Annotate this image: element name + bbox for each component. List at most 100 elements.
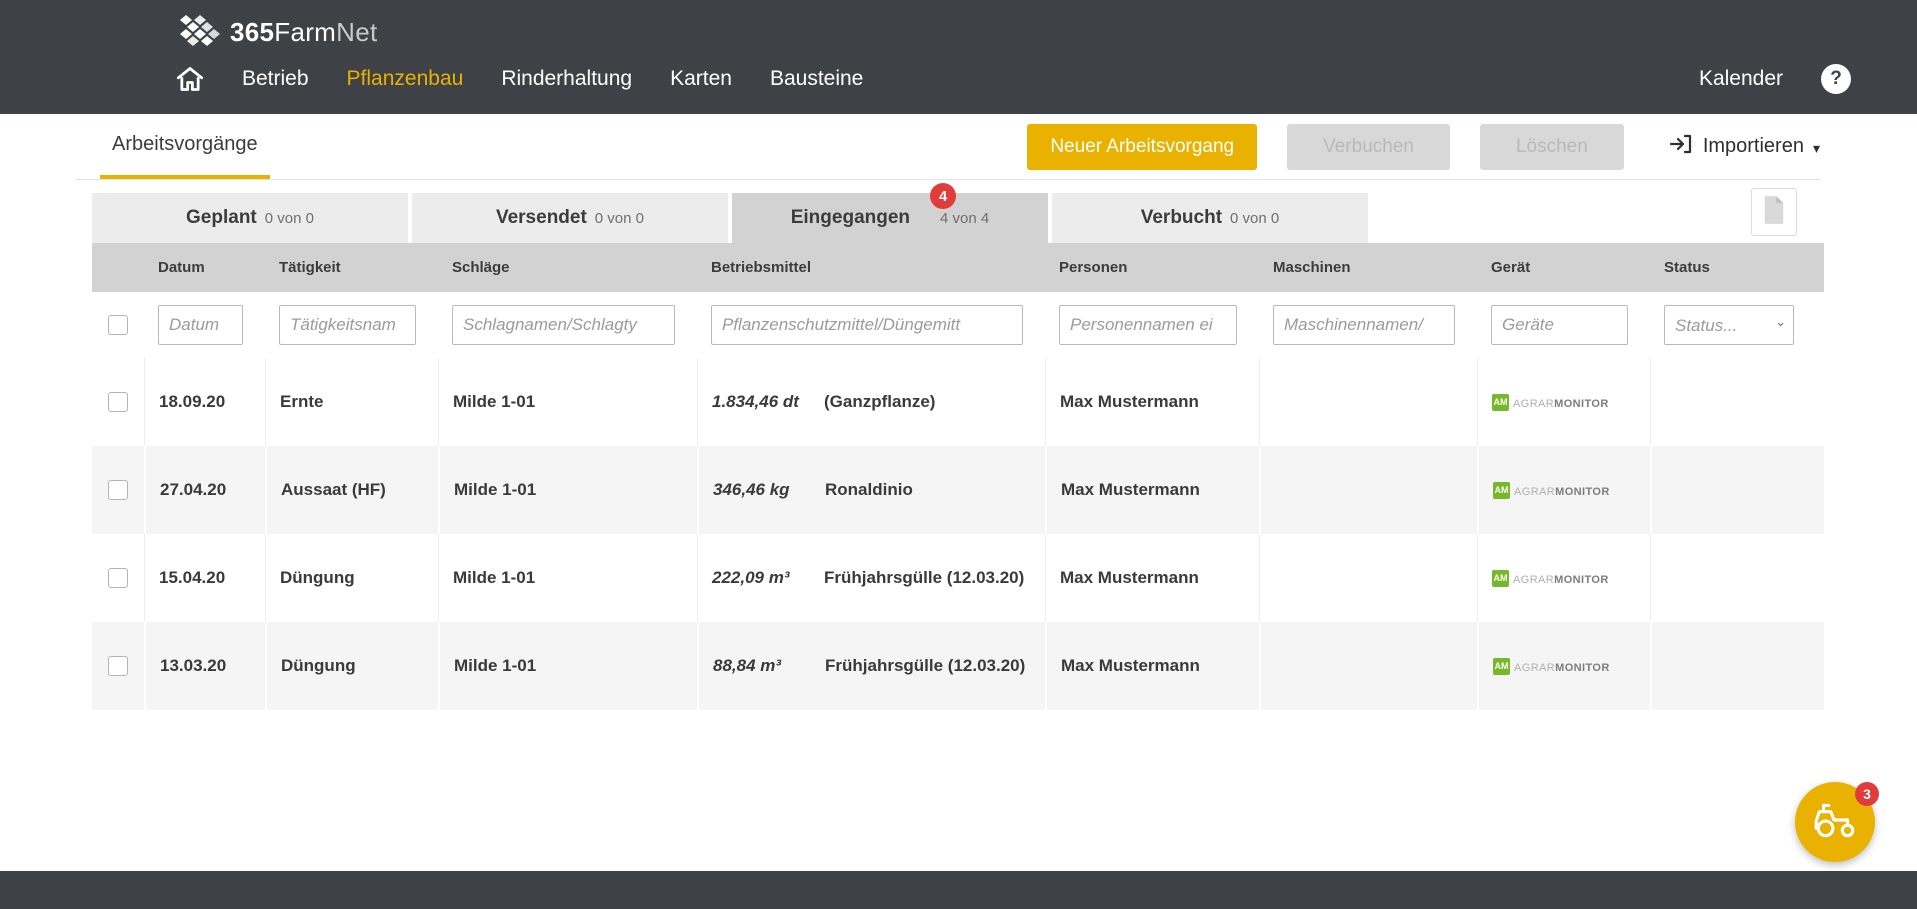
menge-value: 222,09 m³ <box>712 568 824 588</box>
header-datum[interactable]: Datum <box>144 243 265 292</box>
toolbar: Arbeitsvorgänge Neuer Arbeitsvorgang Ver… <box>76 114 1820 180</box>
tab-count: 4 von 4 <box>940 210 989 227</box>
importieren-dropdown[interactable]: Importieren ▾ <box>1668 132 1820 162</box>
nav-item-kalender[interactable]: Kalender <box>1699 67 1783 91</box>
table-row[interactable]: 18.09.20 Ernte Milde 1-01 1.834,46 dt (G… <box>92 358 1824 446</box>
cell-taetigkeit: Ernte <box>265 358 438 446</box>
tractor-icon <box>1811 801 1859 844</box>
cell-personen: Max Mustermann <box>1045 534 1259 622</box>
verbuchen-button[interactable]: Verbuchen <box>1287 124 1450 170</box>
cell-datum: 27.04.20 <box>144 446 265 534</box>
tab-count: 0 von 0 <box>265 210 314 227</box>
cell-geraet: AM AGRARMONITOR <box>1477 358 1650 446</box>
home-icon[interactable] <box>176 66 204 92</box>
row-checkbox[interactable] <box>108 568 128 588</box>
table-row[interactable]: 27.04.20 Aussaat (HF) Milde 1-01 346,46 … <box>92 446 1824 534</box>
cell-betriebsmittel: 88,84 m³ Frühjahrsgülle (12.03.20) <box>697 622 1045 710</box>
header-schlaege[interactable]: Schläge <box>438 243 697 292</box>
tab-geplant[interactable]: Geplant 0 von 0 <box>92 193 408 243</box>
header-betriebsmittel[interactable]: Betriebsmittel <box>697 243 1045 292</box>
status-tabs: Geplant 0 von 0 Versendet 0 von 0 Eingeg… <box>92 193 1824 243</box>
cell-maschinen <box>1259 622 1477 710</box>
import-icon <box>1668 132 1694 162</box>
cell-status <box>1650 446 1824 534</box>
chevron-down-icon: ▾ <box>1813 140 1820 157</box>
cell-betriebsmittel: 346,46 kg Ronaldinio <box>697 446 1045 534</box>
tab-verbucht[interactable]: Verbucht 0 von 0 <box>1052 193 1368 243</box>
cell-betriebsmittel: 222,09 m³ Frühjahrsgülle (12.03.20) <box>697 534 1045 622</box>
brand-logo[interactable]: 365FarmNet <box>176 0 1917 52</box>
header-taetigkeit[interactable]: Tätigkeit <box>265 243 438 292</box>
tab-label: Versendet <box>496 207 587 229</box>
menge-value: 88,84 m³ <box>713 656 825 676</box>
tab-count: 0 von 0 <box>595 210 644 227</box>
cell-taetigkeit: Düngung <box>265 622 438 710</box>
cell-datum: 15.04.20 <box>144 534 265 622</box>
cell-geraet: AM AGRARMONITOR <box>1477 534 1650 622</box>
agrarmonitor-icon: AM <box>1493 482 1510 499</box>
cell-schlaege: Milde 1-01 <box>438 534 697 622</box>
farmnet-logo-icon <box>176 13 222 51</box>
row-checkbox[interactable] <box>108 656 128 676</box>
help-icon[interactable]: ? <box>1821 64 1851 94</box>
table-row[interactable]: 15.04.20 Düngung Milde 1-01 222,09 m³ Fr… <box>92 534 1824 622</box>
page-title[interactable]: Arbeitsvorgänge <box>100 114 270 179</box>
fab-notification-badge: 3 <box>1855 782 1879 806</box>
row-checkbox[interactable] <box>108 480 128 500</box>
filter-personen-input[interactable] <box>1059 305 1237 345</box>
filter-schlaege-input[interactable] <box>452 305 675 345</box>
filter-datum-input[interactable] <box>158 305 243 345</box>
tab-label: Geplant <box>186 207 257 229</box>
loeschen-button[interactable]: Löschen <box>1480 124 1624 170</box>
cell-betriebsmittel: 1.834,46 dt (Ganzpflanze) <box>697 358 1045 446</box>
cell-personen: Max Mustermann <box>1045 446 1259 534</box>
mittel-name: Frühjahrsgülle (12.03.20) <box>825 656 1025 676</box>
cell-geraet: AM AGRARMONITOR <box>1477 446 1650 534</box>
filter-taetigkeit-input[interactable] <box>279 305 416 345</box>
agrarmonitor-icon: AM <box>1492 394 1509 411</box>
agrarmonitor-icon: AM <box>1492 570 1509 587</box>
footer-bar <box>0 871 1917 909</box>
cell-maschinen <box>1259 534 1477 622</box>
cell-taetigkeit: Düngung <box>265 534 438 622</box>
tab-count: 0 von 0 <box>1230 210 1279 227</box>
header-personen[interactable]: Personen <box>1045 243 1259 292</box>
nav-item-rinderhaltung[interactable]: Rinderhaltung <box>501 67 632 91</box>
agrarmonitor-logo: AM AGRARMONITOR <box>1493 480 1610 500</box>
toolbar-buttons: Neuer Arbeitsvorgang Verbuchen Löschen I… <box>1027 124 1820 170</box>
filter-geraet-input[interactable] <box>1491 305 1628 345</box>
cell-taetigkeit: Aussaat (HF) <box>265 446 438 534</box>
row-checkbox[interactable] <box>108 392 128 412</box>
select-all-checkbox[interactable] <box>108 315 128 335</box>
new-arbeitsvorgang-button[interactable]: Neuer Arbeitsvorgang <box>1027 124 1257 170</box>
filter-status-select[interactable]: Status... <box>1664 305 1794 345</box>
table-row[interactable]: 13.03.20 Düngung Milde 1-01 88,84 m³ Frü… <box>92 622 1824 710</box>
header-geraet[interactable]: Gerät <box>1477 243 1650 292</box>
cell-status <box>1650 534 1824 622</box>
filter-row: Status... ⌄ <box>92 292 1824 358</box>
importieren-label: Importieren <box>1703 135 1804 158</box>
nav-item-betrieb[interactable]: Betrieb <box>242 67 309 91</box>
nav-item-pflanzenbau[interactable]: Pflanzenbau <box>347 67 464 91</box>
tractor-fab-button[interactable]: 3 <box>1795 782 1875 862</box>
header-maschinen[interactable]: Maschinen <box>1259 243 1477 292</box>
cell-schlaege: Milde 1-01 <box>438 622 697 710</box>
export-pdf-button[interactable] <box>1751 188 1797 236</box>
tab-eingegangen[interactable]: Eingegangen 4 von 4 4 <box>732 193 1048 243</box>
nav-item-karten[interactable]: Karten <box>670 67 732 91</box>
cell-datum: 18.09.20 <box>144 358 265 446</box>
cell-maschinen <box>1259 446 1477 534</box>
cell-schlaege: Milde 1-01 <box>438 358 697 446</box>
tab-versendet[interactable]: Versendet 0 von 0 <box>412 193 728 243</box>
menge-value: 1.834,46 dt <box>712 392 824 412</box>
agrarmonitor-logo: AM AGRARMONITOR <box>1492 568 1609 588</box>
nav-item-bausteine[interactable]: Bausteine <box>770 67 863 91</box>
brand-name: 365FarmNet <box>230 17 378 48</box>
filter-maschinen-input[interactable] <box>1273 305 1455 345</box>
cell-datum: 13.03.20 <box>144 622 265 710</box>
cell-schlaege: Milde 1-01 <box>438 446 697 534</box>
agrarmonitor-logo: AM AGRARMONITOR <box>1493 656 1610 676</box>
filter-betriebsmittel-input[interactable] <box>711 305 1023 345</box>
header-status[interactable]: Status <box>1650 243 1824 292</box>
mittel-name: Ronaldinio <box>825 480 913 500</box>
